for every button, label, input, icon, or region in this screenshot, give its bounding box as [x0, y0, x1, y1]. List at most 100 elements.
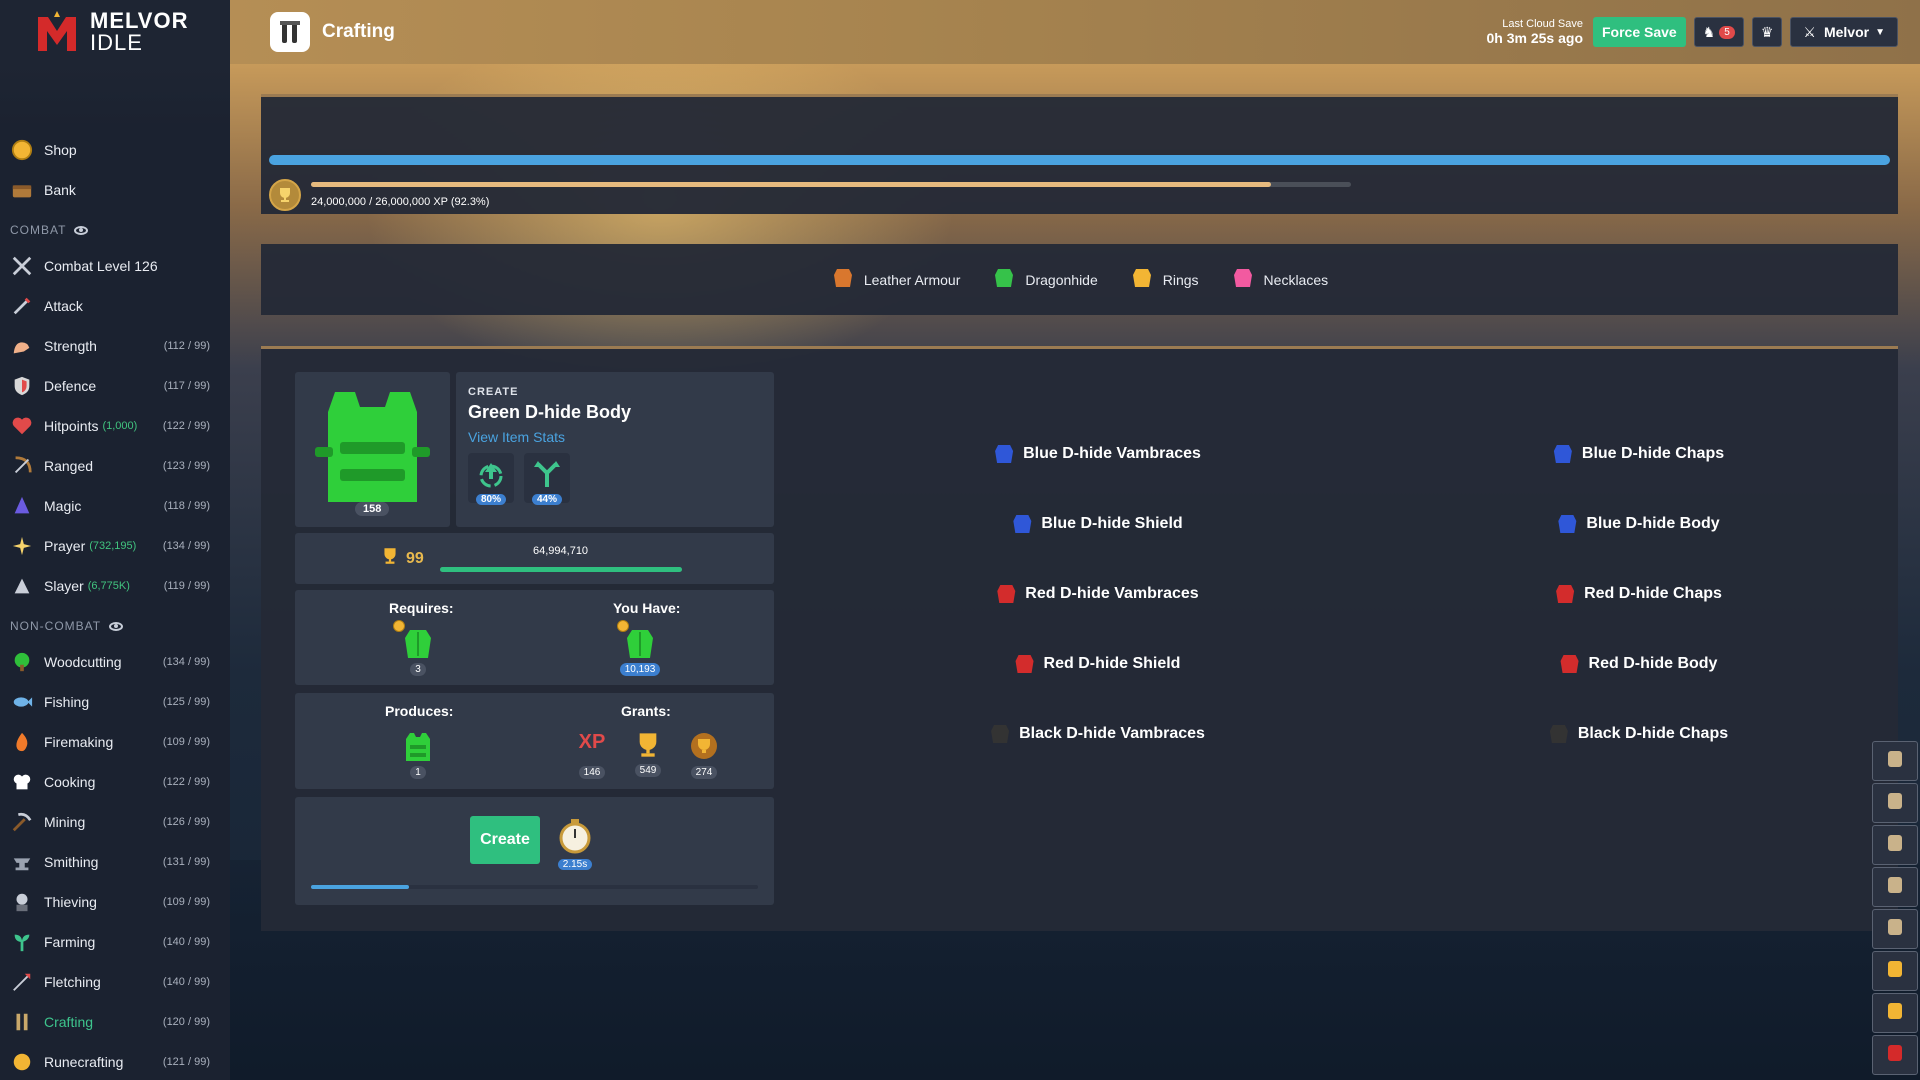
rune-icon: [10, 1050, 34, 1074]
sidebar-item-ranged[interactable]: Ranged (123 / 99): [0, 446, 230, 486]
selected-item-name: Green D-hide Body: [468, 402, 632, 422]
preservation-modifier[interactable]: 80%: [468, 453, 514, 505]
crown-button[interactable]: ♛: [1751, 17, 1783, 47]
sidebar-item-mining[interactable]: Mining (126 / 99): [0, 802, 230, 842]
selected-item-image[interactable]: 158: [295, 372, 450, 527]
recycle-icon: [479, 463, 503, 488]
create-button[interactable]: Create: [470, 816, 540, 864]
sidebar-item-slayer[interactable]: Slayer (6,775K) (119 / 99): [0, 566, 230, 606]
chevron-down-icon: ▼: [1875, 26, 1885, 38]
recipe-red-d-hide-chaps[interactable]: Red D-hide Chaps: [1554, 583, 1722, 605]
sidebar-item-label: Prayer: [44, 538, 86, 554]
produced-item[interactable]: 1: [399, 731, 437, 779]
tab-leather-armour[interactable]: Leather Armour: [831, 266, 960, 293]
dhide-item-icon: [989, 723, 1011, 745]
sidebar-item-defence[interactable]: Defence (117 / 99): [0, 366, 230, 406]
sidebar-item-fishing[interactable]: Fishing (125 / 99): [0, 682, 230, 722]
grant-mastery-xp[interactable]: 549: [629, 729, 667, 777]
logo-line1: MELVOR: [90, 8, 189, 33]
owned-item[interactable]: 10,193: [619, 628, 661, 676]
armour-button[interactable]: [1872, 867, 1918, 907]
recipe-label: Black D-hide Vambraces: [1019, 725, 1205, 742]
potion-icon: [1884, 790, 1906, 817]
view-item-stats-link[interactable]: View Item Stats: [468, 429, 762, 445]
chef-hat-icon: [10, 770, 34, 794]
sidebar-item-firemaking[interactable]: Firemaking (109 / 99): [0, 722, 230, 762]
slayer-icon: [10, 574, 34, 598]
sidebar-item-label: Ranged: [44, 458, 94, 474]
melvor-logo-icon: [1884, 1042, 1906, 1069]
sidebar-item-magic[interactable]: Magic (118 / 99): [0, 486, 230, 526]
sidebar-item-attack[interactable]: Attack: [0, 286, 230, 326]
logo-line2: IDLE: [90, 30, 143, 55]
sidebar-item-thieving[interactable]: Thieving (109 / 99): [0, 882, 230, 922]
heart-icon: [10, 414, 34, 438]
crafting-icon: [270, 12, 310, 52]
fire-icon: [10, 730, 34, 754]
trophy-button[interactable]: [1872, 993, 1918, 1033]
recipe-label: Red D-hide Shield: [1043, 655, 1181, 672]
sidebar-item-label: Farming: [44, 934, 96, 950]
sidebar-item-shop[interactable]: Shop: [0, 130, 230, 170]
wolf-button[interactable]: [1872, 909, 1918, 949]
sidebar-item-label: Slayer: [44, 578, 84, 594]
recipe-blue-d-hide-body[interactable]: Blue D-hide Body: [1556, 513, 1720, 535]
dhide-item-icon: [1556, 513, 1578, 535]
sidebar-item-strength[interactable]: Strength (112 / 99): [0, 326, 230, 366]
sidebar-item-level: (125 / 99): [162, 696, 210, 708]
recipe-label: Red D-hide Chaps: [1584, 585, 1722, 602]
sidebar-item-label: Magic: [44, 498, 82, 514]
force-save-button[interactable]: Force Save: [1593, 17, 1686, 47]
logo[interactable]: MELVOR IDLE: [0, 0, 230, 64]
eye-icon[interactable]: [109, 621, 124, 631]
sidebar-item-label: Cooking: [44, 774, 96, 790]
sidebar-item-label: Thieving: [44, 894, 97, 910]
bag-button[interactable]: [1872, 825, 1918, 865]
user-menu-button[interactable]: ⚔ Melvor ▼: [1790, 17, 1898, 47]
sidebar-item-label: Fishing: [44, 694, 90, 710]
recipe-red-d-hide-shield[interactable]: Red D-hide Shield: [1014, 653, 1181, 675]
recipe-black-d-hide-vambraces[interactable]: Black D-hide Vambraces: [989, 723, 1205, 745]
grant-pool-xp[interactable]: 274: [685, 731, 723, 779]
sidebar-item-farming[interactable]: Farming (140 / 99): [0, 922, 230, 962]
anvil-icon: [10, 850, 34, 874]
recipe-red-d-hide-vambraces[interactable]: Red D-hide Vambraces: [995, 583, 1199, 605]
required-item[interactable]: 3: [399, 628, 437, 676]
sidebar-item-label: Bank: [44, 182, 76, 198]
arrows-button[interactable]: [1872, 741, 1918, 781]
doubling-modifier[interactable]: 44%: [524, 453, 570, 505]
grant-mastery-count: 549: [634, 764, 662, 777]
tab-dragonhide[interactable]: Dragonhide: [992, 266, 1098, 293]
craft-progress-bar: [311, 885, 758, 889]
sidebar-item-bank[interactable]: Bank: [0, 170, 230, 210]
sidebar-item-combat-level-126[interactable]: Combat Level 126: [0, 246, 230, 286]
sidebar-item-woodcutting[interactable]: Woodcutting (134 / 99): [0, 642, 230, 682]
grant-skill-xp[interactable]: XP 146: [573, 731, 611, 779]
recipe-black-d-hide-chaps[interactable]: Black D-hide Chaps: [1548, 723, 1728, 745]
sprout-icon: [10, 930, 34, 954]
tab-rings[interactable]: Rings: [1130, 266, 1199, 293]
sidebar-item-fletching[interactable]: Fletching (140 / 99): [0, 962, 230, 1002]
sidebar-item-smithing[interactable]: Smithing (131 / 99): [0, 842, 230, 882]
sidebar-item-label: Fletching: [44, 974, 101, 990]
sidebar-item-label: Strength: [44, 338, 97, 354]
sidebar-item-runecrafting[interactable]: Runecrafting (121 / 99): [0, 1042, 230, 1080]
sword-icon: [10, 294, 34, 318]
recipe-blue-d-hide-chaps[interactable]: Blue D-hide Chaps: [1552, 443, 1724, 465]
recipe-blue-d-hide-vambraces[interactable]: Blue D-hide Vambraces: [993, 443, 1201, 465]
sidebar-item-prayer[interactable]: Prayer (732,195) (134 / 99): [0, 526, 230, 566]
sidebar-item-hitpoints[interactable]: Hitpoints (1,000) (122 / 99): [0, 406, 230, 446]
tab-necklaces[interactable]: Necklaces: [1231, 266, 1328, 293]
melvor-logo-button[interactable]: [1872, 1035, 1918, 1075]
section-noncombat[interactable]: NON-COMBAT: [0, 610, 230, 642]
sidebar-item-cooking[interactable]: Cooking (122 / 99): [0, 762, 230, 802]
eye-icon[interactable]: [74, 225, 89, 235]
recipe-blue-d-hide-shield[interactable]: Blue D-hide Shield: [1011, 513, 1183, 535]
sidebar-item-crafting[interactable]: Crafting (120 / 99): [0, 1002, 230, 1042]
medal-button[interactable]: [1872, 951, 1918, 991]
section-combat[interactable]: COMBAT: [0, 214, 230, 246]
notifications-button[interactable]: ♞ 5: [1693, 17, 1744, 47]
recipe-red-d-hide-body[interactable]: Red D-hide Body: [1559, 653, 1717, 675]
star-icon: [10, 534, 34, 558]
potion-button[interactable]: [1872, 783, 1918, 823]
